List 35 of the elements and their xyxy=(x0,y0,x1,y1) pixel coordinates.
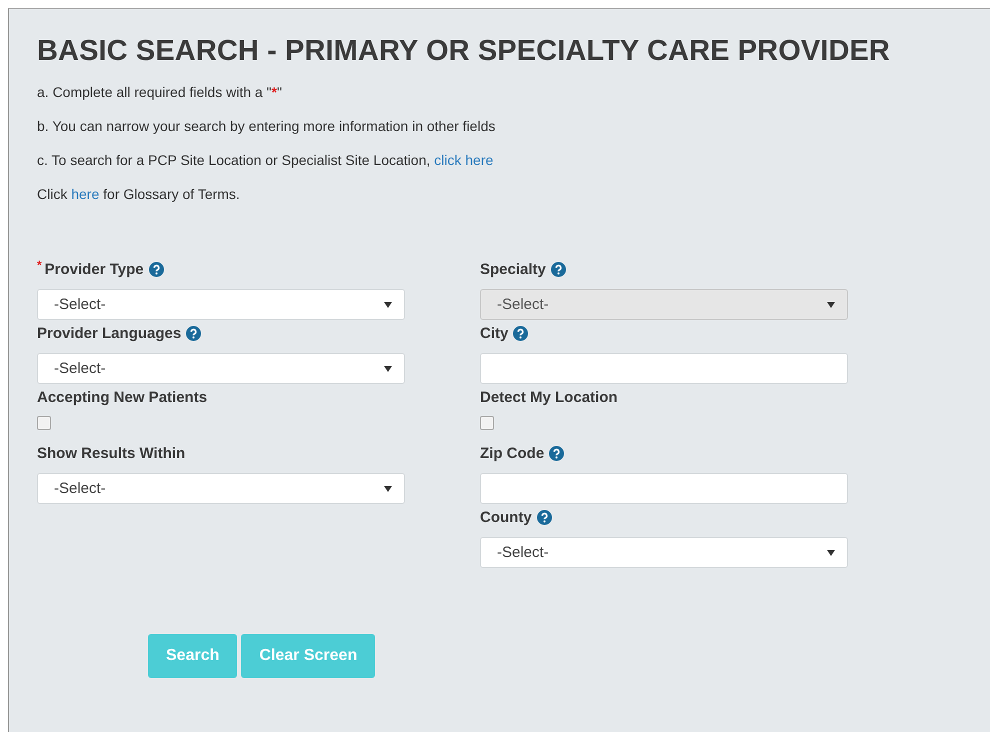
field-label: Zip Code xyxy=(480,444,544,462)
field-label: Provider Type xyxy=(44,260,144,278)
input-field[interactable] xyxy=(480,353,848,384)
link[interactable]: click here xyxy=(434,152,494,168)
instruction-text: b. You can narrow your search by entering more information in other fields xyxy=(37,117,496,136)
link[interactable]: here xyxy=(71,186,100,202)
instruction-text: c. To search for a PCP Site Location or Specialist Site Location, click here xyxy=(37,151,494,170)
instruction-text: a. Complete all required fields with a "*" xyxy=(37,83,283,102)
help-icon[interactable] xyxy=(186,326,202,340)
required-mark: * xyxy=(37,258,42,272)
instruction-text: Click here for Glossary of Terms. xyxy=(37,185,241,204)
field-label: Accepting New Patients xyxy=(37,388,208,406)
field-label: County xyxy=(480,508,532,526)
field-label: City xyxy=(480,324,508,342)
caret-icon xyxy=(384,486,392,492)
help-icon[interactable] xyxy=(148,262,164,276)
select-dropdown[interactable]: -Select- xyxy=(480,537,848,568)
caret-icon xyxy=(827,550,835,556)
caret-icon xyxy=(384,302,392,308)
field-label: Provider Languages xyxy=(37,324,182,342)
checkbox[interactable] xyxy=(480,416,494,430)
select-dropdown[interactable]: -Select- xyxy=(37,289,405,320)
caret-icon xyxy=(384,366,392,372)
select-dropdown[interactable]: -Select- xyxy=(37,473,405,504)
field-label: Show Results Within xyxy=(37,444,186,462)
caret-icon xyxy=(827,302,835,308)
help-icon[interactable] xyxy=(513,326,528,340)
field-label: Specialty xyxy=(480,260,546,278)
help-icon[interactable] xyxy=(549,446,564,460)
field-label: Detect My Location xyxy=(480,388,618,406)
page-title: BASIC SEARCH - PRIMARY OR SPECIALTY CARE PROVIDER xyxy=(37,35,891,68)
checkbox[interactable] xyxy=(37,416,51,430)
select-dropdown[interactable]: -Select- xyxy=(37,353,405,384)
help-icon[interactable] xyxy=(536,510,552,524)
input-field[interactable] xyxy=(480,473,848,504)
